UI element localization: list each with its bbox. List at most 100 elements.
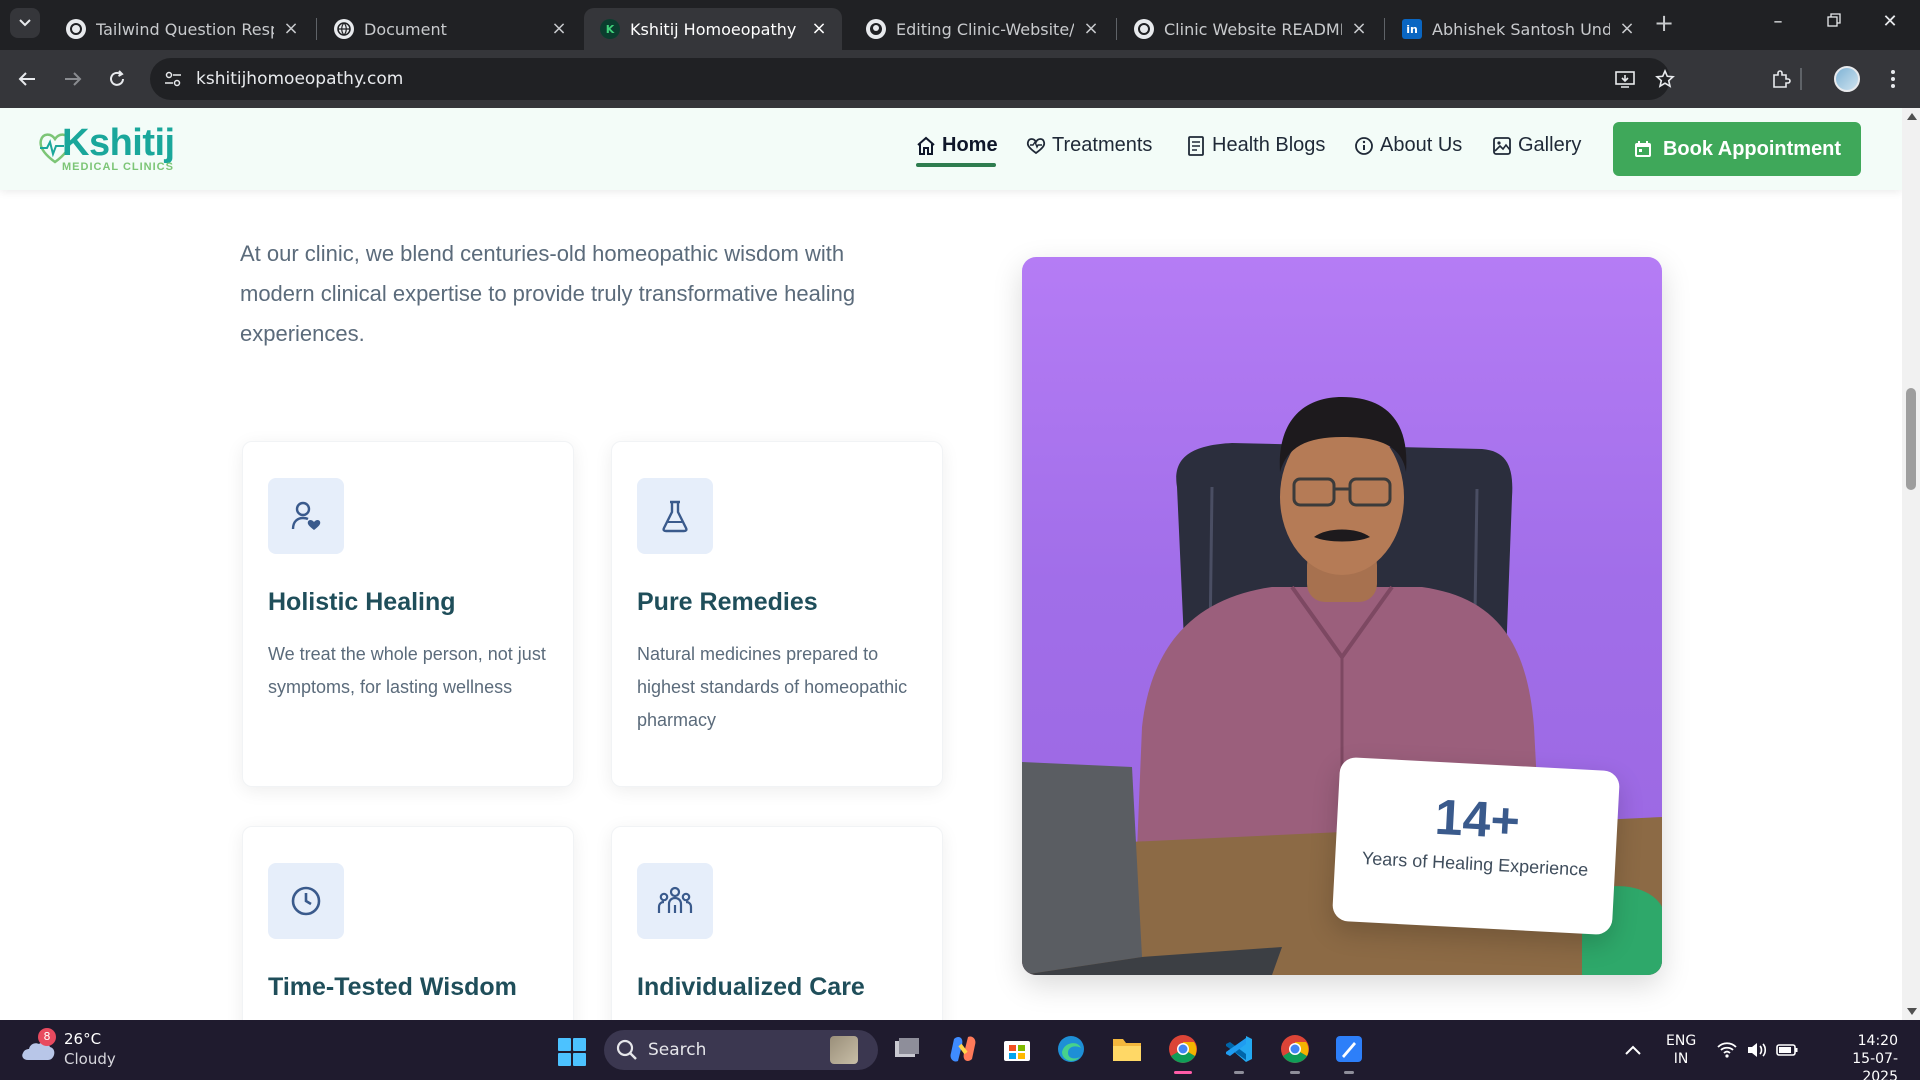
- bookmark-star-icon[interactable]: [1654, 68, 1676, 90]
- browser-tab[interactable]: Clinic Website README Gu ×: [1118, 8, 1382, 50]
- scroll-thumb[interactable]: [1906, 388, 1916, 490]
- weather-widget[interactable]: 8 26°C Cloudy: [20, 1028, 160, 1072]
- copilot-icon[interactable]: [946, 1032, 980, 1066]
- new-tab-button[interactable]: +: [1652, 11, 1676, 36]
- profile-avatar[interactable]: [1834, 66, 1860, 92]
- page-viewport: Kshitij MEDICAL CLINICS Home Treatments …: [0, 108, 1902, 1020]
- browser-tab[interactable]: Document ×: [318, 8, 582, 50]
- chrome-profile-icon[interactable]: [1278, 1032, 1312, 1074]
- nav-label: Treatments: [1052, 134, 1153, 156]
- feature-description: Natural medicines prepared to highest st…: [637, 644, 908, 730]
- tab-title: Abhishek Santosh Unde | L: [1432, 19, 1610, 39]
- windows-logo-pane: [573, 1038, 586, 1051]
- nav-health-blogs[interactable]: Health Blogs: [1186, 134, 1325, 157]
- close-tab-icon[interactable]: ×: [1350, 20, 1368, 38]
- volume-icon[interactable]: [1746, 1040, 1768, 1060]
- site-logo[interactable]: Kshitij MEDICAL CLINICS: [38, 122, 198, 178]
- kshitij-favicon: K: [600, 19, 620, 39]
- windows-taskbar: 8 26°C Cloudy Search ENG IN 14:20 15-07-…: [0, 1020, 1920, 1080]
- battery-icon[interactable]: [1776, 1040, 1798, 1060]
- tab-title: Tailwind Question Respons: [96, 19, 274, 39]
- windows-logo-pane: [573, 1053, 586, 1066]
- arrow-right-icon: [65, 72, 82, 86]
- language-indicator[interactable]: ENG IN: [1666, 1032, 1696, 1068]
- active-nav-underline: [916, 163, 996, 167]
- arrow-left-icon: [18, 72, 35, 86]
- github-icon: [866, 19, 886, 39]
- minimize-button[interactable]: –: [1766, 10, 1790, 34]
- install-app-icon[interactable]: [1614, 68, 1636, 90]
- close-tab-icon[interactable]: ×: [550, 20, 568, 38]
- tab-search-button[interactable]: [10, 8, 40, 38]
- calendar-icon: [1633, 139, 1653, 159]
- vscode-icon[interactable]: [1222, 1032, 1256, 1074]
- feature-description: We treat the whole person, not just symp…: [268, 644, 546, 697]
- chevron-down-icon: [19, 19, 31, 27]
- logo-name: Kshitij: [62, 122, 175, 164]
- toolbar-divider: [1800, 68, 1802, 90]
- nav-gallery[interactable]: Gallery: [1492, 134, 1581, 157]
- app-icon[interactable]: [1332, 1032, 1366, 1074]
- system-clock[interactable]: 14:20 15-07-2025: [1818, 1032, 1898, 1080]
- scroll-up-arrow[interactable]: [1907, 113, 1917, 120]
- region-code: IN: [1673, 1051, 1689, 1067]
- nav-treatments[interactable]: Treatments: [1026, 134, 1152, 157]
- logo-tagline: MEDICAL CLINICS: [62, 161, 174, 173]
- forward-button[interactable]: [58, 64, 88, 94]
- microsoft-store-icon[interactable]: [1000, 1032, 1034, 1066]
- close-tab-icon[interactable]: ×: [1082, 20, 1100, 38]
- browser-tab[interactable]: Editing Clinic-Website/REA ×: [850, 8, 1114, 50]
- gallery-icon: [1492, 136, 1512, 156]
- restore-button[interactable]: [1822, 10, 1846, 34]
- intro-paragraph: At our clinic, we blend centuries-old ho…: [240, 241, 856, 346]
- close-window-button[interactable]: ✕: [1878, 10, 1902, 34]
- tab-title: Kshitij Homoeopathy | Best: [630, 19, 802, 39]
- tab-separator: [1384, 18, 1385, 40]
- language-code: ENG: [1666, 1033, 1697, 1049]
- taskbar-search[interactable]: Search: [604, 1030, 878, 1070]
- weather-condition: Cloudy: [64, 1050, 116, 1068]
- close-tab-icon[interactable]: ×: [282, 20, 300, 38]
- flask-icon: [637, 478, 713, 554]
- user-heart-icon: [268, 478, 344, 554]
- tab-title: Document: [364, 19, 447, 39]
- close-tab-icon[interactable]: ×: [1618, 20, 1636, 38]
- task-view-icon[interactable]: [890, 1032, 924, 1066]
- book-appointment-label: Book Appointment: [1662, 137, 1842, 160]
- browser-tab-active[interactable]: K Kshitij Homoeopathy | Best ×: [584, 8, 842, 50]
- windows-logo-pane: [558, 1038, 571, 1051]
- nav-about-us[interactable]: About Us: [1354, 134, 1462, 157]
- back-button[interactable]: [12, 64, 42, 94]
- tab-separator: [316, 18, 317, 40]
- search-icon: [616, 1039, 637, 1060]
- menu-icon[interactable]: [1880, 66, 1906, 92]
- running-indicator: [1290, 1071, 1300, 1074]
- nav-home[interactable]: Home: [916, 134, 998, 157]
- feature-card-pure-remedies: Pure Remedies Natural medicines prepared…: [611, 441, 943, 787]
- page-scrollbar[interactable]: [1902, 108, 1920, 1020]
- nav-label: About Us: [1380, 134, 1463, 156]
- wifi-icon[interactable]: [1716, 1040, 1738, 1060]
- experience-number: 14+: [1433, 788, 1522, 850]
- chevron-up-icon[interactable]: [1622, 1040, 1644, 1060]
- reload-button[interactable]: [102, 64, 132, 94]
- nav-label: Gallery: [1518, 134, 1582, 156]
- info-icon: [1354, 136, 1374, 156]
- file-explorer-icon[interactable]: [1110, 1032, 1144, 1066]
- chrome-icon[interactable]: [1166, 1032, 1200, 1074]
- address-bar[interactable]: kshitijhomoeopathy.com: [150, 58, 1675, 100]
- site-info-icon[interactable]: [162, 68, 184, 90]
- browser-tab[interactable]: in Abhishek Santosh Unde | L ×: [1386, 8, 1650, 50]
- extensions-icon[interactable]: [1768, 66, 1794, 92]
- clock-date: 15-07-2025: [1852, 1051, 1898, 1080]
- book-appointment-button[interactable]: Book Appointment: [1613, 122, 1861, 176]
- browser-tab[interactable]: Tailwind Question Respons ×: [50, 8, 314, 50]
- edge-icon[interactable]: [1054, 1032, 1088, 1066]
- globe-icon: [334, 19, 354, 39]
- url-text: kshitijhomoeopathy.com: [196, 69, 404, 89]
- feature-card-holistic: Holistic Healing We treat the whole pers…: [242, 441, 574, 787]
- close-tab-icon[interactable]: ×: [810, 20, 828, 38]
- scroll-down-arrow[interactable]: [1907, 1008, 1917, 1015]
- start-button[interactable]: [558, 1038, 586, 1066]
- weather-temp: 26°C: [64, 1030, 102, 1048]
